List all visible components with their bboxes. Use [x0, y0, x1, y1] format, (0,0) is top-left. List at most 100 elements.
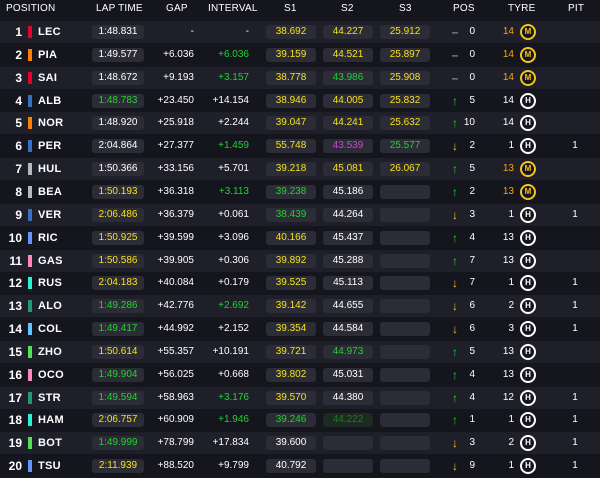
- table-row[interactable]: 5 NOR 1:48.920 +25.918 +2.244 39.047 44.241 25.…: [0, 112, 600, 135]
- header-pos: POS: [453, 3, 475, 14]
- positions-changed: 0: [469, 26, 475, 37]
- arrow-up-icon: ↑: [452, 253, 458, 268]
- lap-time: 2:06.757: [92, 413, 144, 428]
- table-row[interactable]: 18 HAM 2:06.757 +60.909 +1.946 39.246 44.222 ↑ 1…: [0, 409, 600, 432]
- arrow-down-icon: ↓: [452, 299, 458, 314]
- header-s2: S2: [341, 3, 354, 14]
- arrow-up-icon: ↑: [452, 162, 458, 177]
- gap-value: +39.599: [157, 231, 194, 243]
- driver-code[interactable]: LEC: [38, 21, 61, 43]
- driver-code[interactable]: ZHO: [38, 341, 62, 363]
- position-number: 19: [8, 436, 22, 451]
- driver-code[interactable]: BOT: [38, 432, 62, 454]
- table-row[interactable]: 17 STR 1:49.594 +58.963 +3.176 39.570 44.380 ↑ 4…: [0, 386, 600, 409]
- positions-changed: 9: [469, 460, 475, 472]
- sector-s2: 45.031: [323, 367, 373, 382]
- positions-changed: 3: [469, 208, 475, 220]
- tyre-laps: 13: [502, 345, 514, 357]
- driver-code[interactable]: VER: [38, 204, 62, 226]
- lap-time: 1:49.286: [92, 299, 144, 314]
- header-lap-time: LAP TIME: [96, 3, 143, 14]
- interval-value: +0.179: [218, 277, 249, 289]
- table-row[interactable]: 20 TSU 2:11.939 +88.520 +9.799 40.792 ↓ 9 1 H 1: [0, 455, 600, 478]
- table-row[interactable]: 9 VER 2:06.486 +36.379 +0.061 38.439 44.264 ↓ 3 1…: [0, 203, 600, 226]
- hard-tyre-icon: H: [520, 229, 536, 246]
- team-color-bar: [28, 48, 32, 61]
- sector-s2: 45.288: [323, 253, 373, 268]
- sector-s1: 39.246: [266, 413, 316, 428]
- arrow-up-icon: ↑: [452, 93, 458, 108]
- arrow-down-icon: ↓: [452, 139, 458, 154]
- sector-s1: 39.354: [266, 322, 316, 337]
- arrow-up-icon: ↑: [452, 184, 458, 199]
- tyre-compound-letter: M: [524, 72, 532, 82]
- sector-s1: 39.159: [266, 47, 316, 62]
- driver-code[interactable]: ALO: [38, 295, 62, 317]
- header-position: POSITION: [6, 3, 56, 14]
- driver-code[interactable]: HAM: [38, 409, 64, 431]
- table-row[interactable]: 1 LEC 1:48.831 - - 38.692 44.227 25.912 –0 14 M: [0, 21, 600, 43]
- driver-code[interactable]: RUS: [38, 272, 62, 294]
- team-color-bar: [28, 254, 32, 267]
- driver-code[interactable]: COL: [38, 318, 62, 340]
- pit-stops: 1: [572, 414, 578, 426]
- positions-changed: 3: [469, 437, 475, 449]
- table-row[interactable]: 6 PER 2:04.864 +27.377 +1.459 55.748 43.539 25.…: [0, 135, 600, 158]
- header-interval: INTERVAL: [208, 3, 258, 14]
- arrow-down-icon: ↓: [452, 459, 458, 474]
- lap-time: 2:04.864: [92, 139, 144, 154]
- driver-code[interactable]: SAI: [38, 67, 57, 89]
- gap-value: +6.036: [163, 48, 194, 60]
- interval-value: +2.244: [218, 117, 249, 129]
- table-row[interactable]: 13 ALO 1:49.286 +42.776 +2.692 39.142 44.655 ↓ 6…: [0, 295, 600, 318]
- gap-value: +9.193: [163, 71, 194, 83]
- driver-code[interactable]: HUL: [38, 158, 62, 180]
- table-row[interactable]: 11 GAS 1:50.586 +39.905 +0.306 39.892 45.288 ↑ 7…: [0, 249, 600, 272]
- tyre-laps: 14: [502, 94, 514, 106]
- team-color-bar: [28, 460, 32, 473]
- positions-changed: 0: [469, 71, 475, 83]
- table-row[interactable]: 8 BEA 1:50.193 +36.318 +3.113 39.238 45.186 ↑ 2 1…: [0, 180, 600, 203]
- sector-s2: 44.227: [323, 25, 373, 39]
- hard-tyre-icon: H: [520, 412, 536, 429]
- driver-code[interactable]: GAS: [38, 250, 63, 272]
- tyre-laps: 2: [508, 300, 514, 312]
- driver-code[interactable]: TSU: [38, 455, 61, 477]
- driver-code[interactable]: NOR: [38, 112, 63, 134]
- tyre-compound-letter: M: [524, 186, 532, 196]
- table-row[interactable]: 16 OCO 1:49.904 +56.025 +0.668 39.802 45.031 ↑ 4…: [0, 363, 600, 386]
- driver-code[interactable]: STR: [38, 387, 61, 409]
- positions-changed: 4: [469, 368, 475, 380]
- table-row[interactable]: 12 RUS 2:04.183 +40.084 +0.179 39.525 45.113 ↓ 7…: [0, 272, 600, 295]
- sector-s3: [380, 184, 430, 199]
- driver-code[interactable]: BEA: [38, 181, 62, 203]
- table-row[interactable]: 10 RIC 1:50.925 +39.599 +3.096 40.166 45.437 ↑ 4…: [0, 226, 600, 249]
- sector-s2: 44.222: [323, 413, 373, 428]
- sector-s3: [380, 230, 430, 245]
- gap-value: +78.799: [157, 437, 194, 449]
- driver-code[interactable]: OCO: [38, 364, 64, 386]
- positions-changed: 2: [469, 185, 475, 197]
- sector-s1: 38.692: [266, 25, 316, 39]
- driver-code[interactable]: RIC: [38, 227, 58, 249]
- table-row[interactable]: 14 COL 1:49.417 +44.992 +2.152 39.354 44.584 ↓ 6…: [0, 318, 600, 341]
- table-row[interactable]: 3 SAI 1:48.672 +9.193 +3.157 38.778 43.986 25.9…: [0, 66, 600, 89]
- table-row[interactable]: 15 ZHO 1:50.614 +55.357 +10.191 39.721 44.973 ↑…: [0, 340, 600, 363]
- sector-s1: 39.142: [266, 299, 316, 314]
- sector-s2: [323, 459, 373, 474]
- table-row[interactable]: 4 ALB 1:48.783 +23.450 +14.154 38.946 44.005 25…: [0, 89, 600, 112]
- gap-value: +58.963: [157, 391, 194, 403]
- interval-value: +0.061: [218, 208, 249, 220]
- arrow-up-icon: ↑: [452, 367, 458, 382]
- table-row[interactable]: 7 HUL 1:50.366 +33.156 +5.701 39.218 45.081 26.…: [0, 158, 600, 181]
- lap-time: 1:48.920: [92, 116, 144, 131]
- hard-tyre-icon: H: [520, 321, 536, 338]
- pit-stops: 1: [572, 460, 578, 472]
- table-row[interactable]: 2 PIA 1:49.577 +6.036 +6.036 39.159 44.521 25.8…: [0, 43, 600, 66]
- driver-code[interactable]: PIA: [38, 44, 57, 66]
- driver-code[interactable]: PER: [38, 135, 62, 157]
- table-row[interactable]: 19 BOT 1:49.999 +78.799 +17.834 39.600 ↓ 3 2 H 1: [0, 432, 600, 455]
- driver-code[interactable]: ALB: [38, 90, 62, 112]
- interval-value: +9.799: [218, 460, 249, 472]
- gap-value: +56.025: [157, 368, 194, 380]
